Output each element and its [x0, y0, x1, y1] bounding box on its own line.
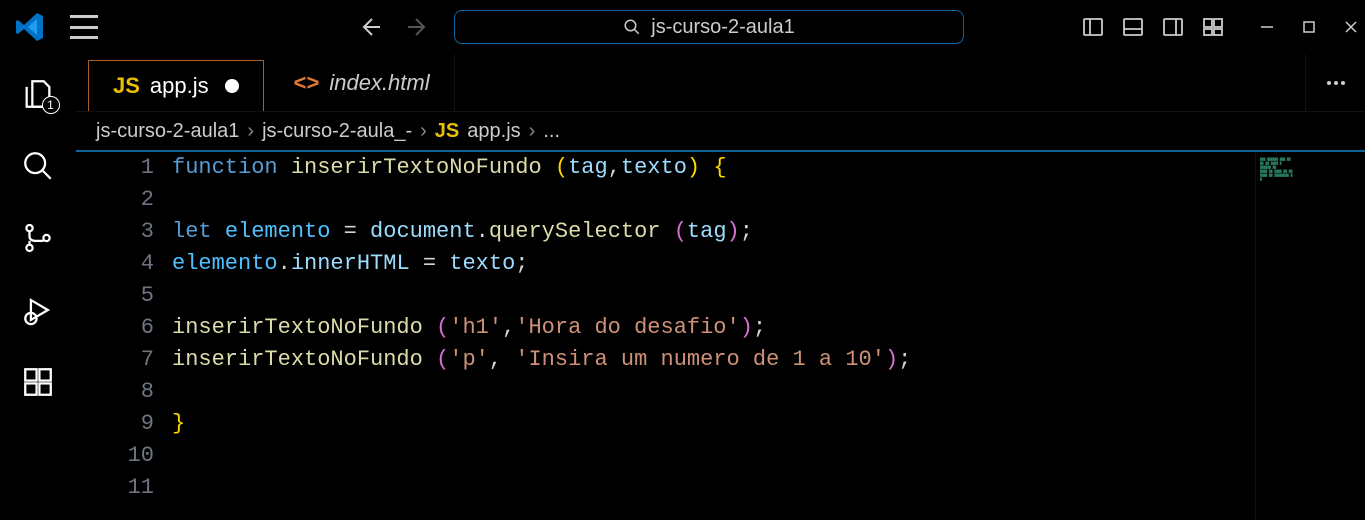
- minimap[interactable]: ███ ██████ ███ ██ ██ ██ ████ █ ██████ ██…: [1255, 152, 1365, 520]
- minimize-button[interactable]: [1259, 19, 1275, 35]
- dirty-indicator-icon: [225, 79, 239, 93]
- menu-button[interactable]: [70, 15, 98, 39]
- chevron-right-icon: ›: [247, 120, 254, 143]
- customize-layout-icon[interactable]: [1201, 15, 1225, 39]
- tab-label: app.js: [150, 73, 209, 99]
- code-line[interactable]: inserirTextoNoFundo ('p', 'Insira um num…: [172, 344, 1245, 376]
- line-number: 3: [76, 216, 154, 248]
- breadcrumb-part[interactable]: js-curso-2-aula_-: [262, 120, 412, 143]
- search-icon: [623, 18, 641, 36]
- line-number: 10: [76, 440, 154, 472]
- code-line[interactable]: [172, 472, 1245, 504]
- activity-run-debug[interactable]: [20, 292, 56, 328]
- line-number: 4: [76, 248, 154, 280]
- explorer-badge: 1: [42, 96, 60, 114]
- nav-back-button[interactable]: [358, 15, 382, 39]
- code-line[interactable]: [172, 440, 1245, 472]
- titlebar: js-curso-2-aula1: [0, 0, 1365, 54]
- nav-forward-button[interactable]: [406, 15, 430, 39]
- tabs-row: JS app.js <> index.html: [76, 54, 1365, 112]
- code-line[interactable]: function inserirTextoNoFundo (tag,texto)…: [172, 152, 1245, 184]
- vscode-logo-icon: [14, 11, 46, 43]
- code-line[interactable]: [172, 376, 1245, 408]
- tab-label: index.html: [329, 70, 429, 96]
- close-button[interactable]: [1343, 19, 1359, 35]
- breadcrumb-part[interactable]: js-curso-2-aula1: [96, 120, 239, 143]
- activity-extensions[interactable]: [20, 364, 56, 400]
- command-center[interactable]: js-curso-2-aula1: [454, 10, 964, 44]
- activity-explorer[interactable]: 1: [20, 76, 56, 112]
- code-editor[interactable]: 1234567891011 function inserirTextoNoFun…: [76, 152, 1365, 520]
- breadcrumb[interactable]: js-curso-2-aula1 › js-curso-2-aula_- › J…: [76, 112, 1365, 152]
- line-number: 11: [76, 472, 154, 504]
- line-number: 8: [76, 376, 154, 408]
- activity-bar: 1: [0, 54, 76, 520]
- nav-arrows: [358, 15, 430, 39]
- line-number: 1: [76, 152, 154, 184]
- code-line[interactable]: }: [172, 408, 1245, 440]
- window-controls: [1259, 19, 1359, 35]
- line-number-gutter: 1234567891011: [76, 152, 172, 520]
- chevron-right-icon: ›: [420, 120, 427, 143]
- command-center-text: js-curso-2-aula1: [651, 16, 794, 39]
- line-number: 5: [76, 280, 154, 312]
- tab-index-html[interactable]: <> index.html: [270, 54, 455, 111]
- breadcrumb-part[interactable]: ...: [543, 120, 560, 143]
- html-file-icon: <>: [294, 70, 320, 96]
- activity-search[interactable]: [20, 148, 56, 184]
- code-content[interactable]: function inserirTextoNoFundo (tag,texto)…: [172, 152, 1365, 520]
- activity-source-control[interactable]: [20, 220, 56, 256]
- code-line[interactable]: let elemento = document.querySelector (t…: [172, 216, 1245, 248]
- code-line[interactable]: elemento.innerHTML = texto;: [172, 248, 1245, 280]
- chevron-right-icon: ›: [529, 120, 536, 143]
- code-line[interactable]: inserirTextoNoFundo ('h1','Hora do desaf…: [172, 312, 1245, 344]
- editor-pane: JS app.js <> index.html js-curso-2-aula1…: [76, 54, 1365, 520]
- js-file-icon: JS: [435, 120, 459, 143]
- breadcrumb-part[interactable]: app.js: [467, 120, 520, 143]
- toggle-primary-sidebar-icon[interactable]: [1081, 15, 1105, 39]
- line-number: 7: [76, 344, 154, 376]
- line-number: 6: [76, 312, 154, 344]
- toggle-panel-icon[interactable]: [1121, 15, 1145, 39]
- maximize-button[interactable]: [1301, 19, 1317, 35]
- code-line[interactable]: [172, 184, 1245, 216]
- tab-app-js[interactable]: JS app.js: [88, 60, 264, 111]
- layout-controls: [1081, 15, 1225, 39]
- code-line[interactable]: [172, 280, 1245, 312]
- js-file-icon: JS: [113, 73, 140, 99]
- tab-overflow-button[interactable]: [1305, 54, 1365, 111]
- line-number: 2: [76, 184, 154, 216]
- line-number: 9: [76, 408, 154, 440]
- toggle-secondary-sidebar-icon[interactable]: [1161, 15, 1185, 39]
